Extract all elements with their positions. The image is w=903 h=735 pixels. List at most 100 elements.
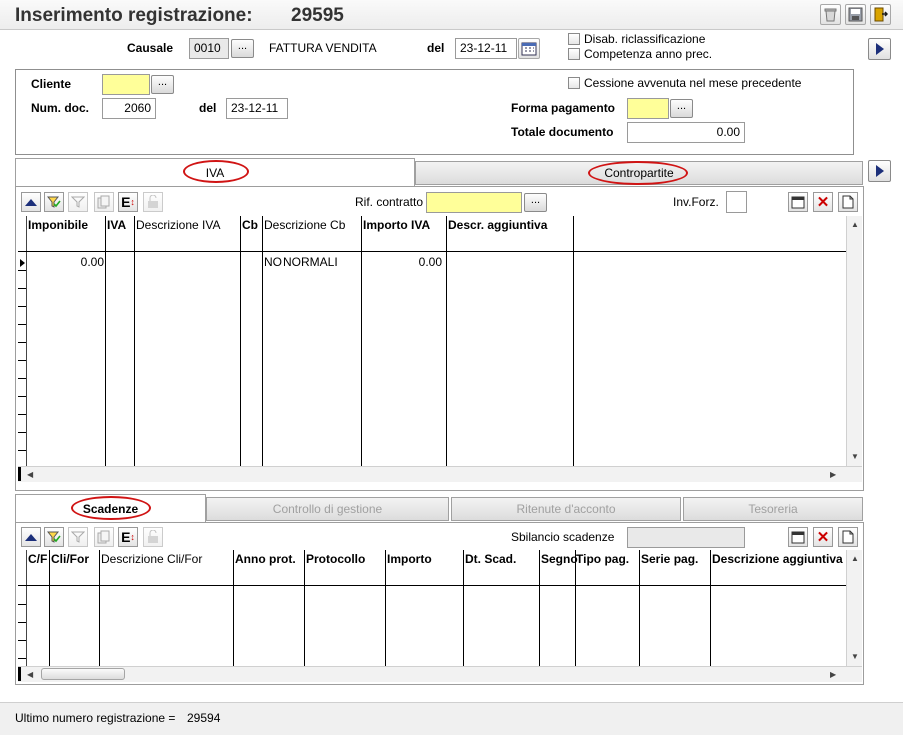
header-expand-button[interactable] bbox=[868, 38, 891, 60]
scroll-up-icon[interactable]: ▲ bbox=[851, 220, 859, 229]
row-selector-column bbox=[18, 252, 26, 466]
contropartite-highlight-oval bbox=[588, 161, 688, 185]
numdoc-date-field[interactable]: 23-12-11 bbox=[226, 98, 288, 119]
numdoc-field[interactable]: 2060 bbox=[102, 98, 156, 119]
lock-icon[interactable] bbox=[143, 192, 163, 212]
tab-controllo-label: Controllo di gestione bbox=[272, 502, 383, 516]
calendar-icon[interactable] bbox=[518, 38, 540, 59]
new-document-icon[interactable] bbox=[838, 527, 858, 547]
copy-icon[interactable] bbox=[94, 527, 114, 547]
scroll-left-icon[interactable]: ◀ bbox=[27, 470, 33, 479]
iva-col-descr-aggiuntiva[interactable]: Descr. aggiuntiva bbox=[448, 218, 547, 232]
rif-contratto-field[interactable] bbox=[426, 192, 522, 213]
filter-icon[interactable] bbox=[68, 192, 88, 212]
scad-col-serie-pag[interactable]: Serie pag. bbox=[641, 552, 698, 566]
scroll-down-icon[interactable]: ▼ bbox=[851, 452, 859, 461]
scad-col-cli-for[interactable]: Cli/For bbox=[51, 552, 89, 566]
rif-contratto-lookup-button[interactable]: ... bbox=[524, 193, 547, 212]
inv-forz-label: Inv.Forz. bbox=[673, 195, 719, 209]
scad-col-protocollo[interactable]: Protocollo bbox=[306, 552, 365, 566]
iva-col-imponibile[interactable]: Imponibile bbox=[28, 218, 88, 232]
scroll-thumb[interactable] bbox=[41, 668, 125, 680]
new-document-icon[interactable] bbox=[838, 192, 858, 212]
scad-col-tipo-pag[interactable]: Tipo pag. bbox=[576, 552, 629, 566]
scroll-marker bbox=[18, 667, 21, 681]
delete-icon[interactable]: ✕ bbox=[813, 527, 833, 547]
filter-check-icon[interactable] bbox=[44, 192, 64, 212]
iva-vertical-scrollbar[interactable]: ▲ ▼ bbox=[846, 216, 862, 466]
cessione-checkbox[interactable] bbox=[568, 77, 580, 89]
inv-forz-field[interactable] bbox=[726, 191, 747, 213]
scad-col-segno[interactable]: Segno bbox=[541, 552, 578, 566]
iva-grid: Imponibile IVA Descrizione IVA Cb Descri… bbox=[18, 216, 846, 466]
iva-col-cb[interactable]: Cb bbox=[242, 218, 258, 232]
scad-col-importo[interactable]: Importo bbox=[387, 552, 432, 566]
lock-icon[interactable] bbox=[143, 527, 163, 547]
window-icon[interactable] bbox=[788, 192, 808, 212]
totale-documento-label: Totale documento bbox=[511, 125, 614, 139]
iva-horizontal-scrollbar[interactable]: ◀ ▶ bbox=[18, 466, 862, 482]
causale-code-field[interactable]: 0010 bbox=[189, 38, 229, 59]
up-arrow-icon bbox=[25, 533, 37, 541]
excel-export-icon[interactable]: E ↕ bbox=[118, 527, 138, 547]
move-up-button[interactable] bbox=[21, 527, 41, 547]
tabs-expand-button[interactable] bbox=[868, 160, 891, 182]
cliente-field[interactable] bbox=[102, 74, 150, 95]
forma-pagamento-lookup-button[interactable]: ... bbox=[670, 99, 693, 118]
delete-icon[interactable]: ✕ bbox=[813, 192, 833, 212]
last-registration-value: 29594 bbox=[187, 711, 221, 725]
scad-col-descrizione-cli-for[interactable]: Descrizione Cli/For bbox=[101, 552, 202, 566]
scroll-left-icon[interactable]: ◀ bbox=[27, 670, 33, 679]
row-selector-column bbox=[18, 586, 26, 666]
excel-export-icon[interactable]: E ↕ bbox=[118, 192, 138, 212]
scroll-down-icon[interactable]: ▼ bbox=[851, 652, 859, 661]
scad-col-dt-scad[interactable]: Dt. Scad. bbox=[465, 552, 516, 566]
forma-pagamento-field[interactable] bbox=[627, 98, 669, 119]
scad-col-cf[interactable]: C/F bbox=[28, 552, 47, 566]
table-row[interactable]: 0.00 NO NORMALI 0.00 bbox=[26, 254, 846, 272]
numdoc-del-label: del bbox=[199, 101, 217, 115]
up-arrow-icon bbox=[25, 198, 37, 206]
filter-icon[interactable] bbox=[68, 527, 88, 547]
competenza-anno-prec-checkbox[interactable] bbox=[568, 48, 580, 60]
tab-tesoreria-label: Tesoreria bbox=[748, 502, 798, 516]
tab-controllo-di-gestione[interactable]: Controllo di gestione bbox=[206, 497, 449, 521]
tab-ritenute-label: Ritenute d'acconto bbox=[516, 502, 616, 516]
iva-col-importo-iva[interactable]: Importo IVA bbox=[363, 218, 430, 232]
recycle-icon[interactable] bbox=[820, 4, 841, 25]
scroll-right-icon[interactable]: ▶ bbox=[830, 670, 836, 679]
causale-description: FATTURA VENDITA bbox=[269, 41, 377, 55]
scad-col-descrizione-aggiuntiva[interactable]: Descrizione aggiuntiva bbox=[712, 552, 843, 566]
scroll-right-icon[interactable]: ▶ bbox=[830, 470, 836, 479]
numdoc-label: Num. doc. bbox=[31, 101, 90, 115]
play-arrow-icon bbox=[875, 165, 884, 177]
disab-riclassificazione-checkbox[interactable] bbox=[568, 33, 580, 45]
causale-del-label: del bbox=[427, 41, 445, 55]
cell-cb[interactable]: NO bbox=[264, 255, 282, 269]
window-icon[interactable] bbox=[788, 527, 808, 547]
scadenze-horizontal-scrollbar[interactable]: ◀ ▶ bbox=[18, 666, 862, 682]
scroll-up-icon[interactable]: ▲ bbox=[851, 554, 859, 563]
exit-icon[interactable] bbox=[870, 4, 891, 25]
cell-descrizione-cb[interactable]: NORMALI bbox=[283, 255, 338, 269]
sbilancio-scadenze-field bbox=[627, 527, 745, 548]
cell-importo-iva[interactable]: 0.00 bbox=[362, 255, 442, 269]
scadenze-vertical-scrollbar[interactable]: ▲ ▼ bbox=[846, 550, 862, 666]
causale-lookup-button[interactable]: ... bbox=[231, 39, 254, 58]
scad-col-anno-prot[interactable]: Anno prot. bbox=[235, 552, 296, 566]
iva-col-iva[interactable]: IVA bbox=[107, 218, 126, 232]
causale-date-field[interactable]: 23-12-11 bbox=[455, 38, 517, 59]
save-icon[interactable] bbox=[845, 4, 866, 25]
filter-check-icon[interactable] bbox=[44, 527, 64, 547]
copy-icon[interactable] bbox=[94, 192, 114, 212]
iva-col-descrizione-cb[interactable]: Descrizione Cb bbox=[264, 218, 345, 232]
cessione-label: Cessione avvenuta nel mese precedente bbox=[584, 76, 802, 90]
iva-col-descrizione-iva[interactable]: Descrizione IVA bbox=[136, 218, 220, 232]
move-up-button[interactable] bbox=[21, 192, 41, 212]
totale-documento-field[interactable]: 0.00 bbox=[627, 122, 745, 143]
cell-imponibile[interactable]: 0.00 bbox=[26, 255, 104, 269]
tab-tesoreria[interactable]: Tesoreria bbox=[683, 497, 863, 521]
cliente-lookup-button[interactable]: ... bbox=[151, 75, 174, 94]
competenza-anno-prec-label: Competenza anno prec. bbox=[584, 47, 713, 61]
tab-ritenute-d-acconto[interactable]: Ritenute d'acconto bbox=[451, 497, 681, 521]
